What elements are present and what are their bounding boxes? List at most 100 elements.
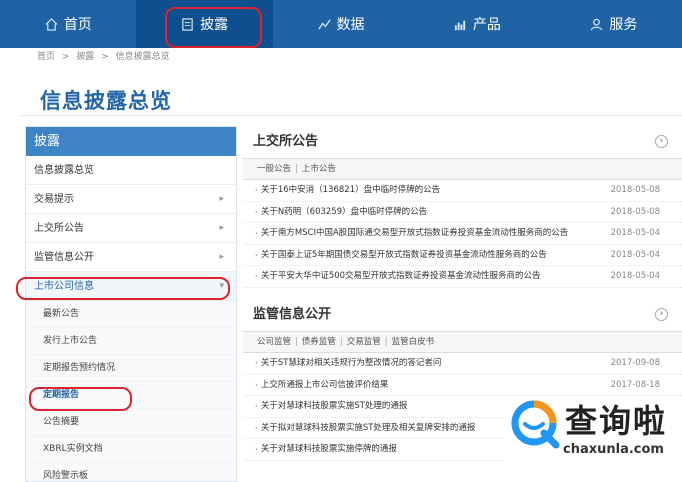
sidebar-item-overview[interactable]: 信息披露总览 (26, 156, 236, 185)
breadcrumb-separator: > (61, 52, 70, 62)
watermark-url: chaxunla.com (563, 442, 664, 457)
news-date: 2018-05-04 (610, 271, 660, 281)
supervision-title-text: 监管信息公开 (253, 307, 332, 322)
more-arrow-icon[interactable]: › (655, 135, 668, 148)
sidebar-item-sse-announcements[interactable]: 上交所公告 ▸ (26, 214, 236, 243)
breadcrumb-home[interactable]: 首页 (37, 52, 55, 62)
sidebar-item-label: 上交所公告 (34, 223, 84, 234)
announcements-tabs: 一般公告 | 上市公告 (243, 158, 682, 180)
news-title: 关于16中安消（136821）盘中临时停牌的公告 (260, 185, 441, 195)
announcements-panel: 上交所公告 › 一般公告 | 上市公告 › 关于16中安消（136821）盘中临时停牌… (243, 131, 682, 288)
news-title: 关于南方MSCI中国A股国际通交易型开放式指数证券投资基金流动性服务商的公告 (260, 228, 569, 238)
nav-products[interactable]: 产品 (409, 0, 545, 48)
sidebar-item-supervision[interactable]: 监管信息公开 ▸ (26, 243, 236, 272)
tab-general[interactable]: 一般公告 (257, 164, 291, 174)
chevron-right-icon: ▸ (219, 252, 224, 262)
nav-services[interactable]: 服务 (546, 0, 682, 48)
news-row[interactable]: › 关于国泰上证5年期国债交易型开放式指数证券投资基金流动性服务商的公告 2018-… (243, 245, 682, 266)
news-title: 上交所通报上市公司信披评价结果 (260, 379, 389, 390)
bullet-icon: › (255, 250, 258, 259)
news-title: 关于平安大华中证500交易型开放式指数证券投资基金流动性服务商的公告 (260, 271, 541, 281)
news-title: 关于对慧球科技股票实施停牌的通报 (260, 444, 397, 454)
nav-data[interactable]: 数据 (273, 0, 409, 48)
sidebar-heading: 披露 (26, 127, 236, 156)
nav-home-label: 首页 (63, 17, 92, 33)
tab-separator: | (295, 164, 298, 174)
breadcrumb-disclosure[interactable]: 披露 (76, 52, 94, 62)
news-date: 2018-05-08 (610, 185, 660, 195)
sidebar-item-listed-company-info[interactable]: 上市公司信息 ▾ (26, 272, 236, 301)
watermark-brand: 查询啦 (565, 402, 668, 440)
document-icon (182, 17, 193, 31)
bullet-icon: › (255, 229, 258, 237)
top-navigation: 首页 披露 数据 产品 服务 (0, 0, 682, 48)
bar-chart-icon (454, 20, 466, 30)
tab-listing[interactable]: 上市公告 (302, 164, 336, 174)
chart-line-icon (317, 18, 331, 30)
title-divider (20, 115, 682, 116)
breadcrumb-current: 信息披露总览 (115, 52, 170, 62)
news-date: 2018-05-04 (610, 228, 660, 238)
nav-products-label: 产品 (472, 17, 501, 33)
tab-whitepaper[interactable]: 监管白皮书 (392, 337, 435, 347)
news-title: 关于拟对慧球科技股票实施ST处理及相关复牌安排的通报 (260, 422, 476, 433)
tab-separator: | (384, 337, 388, 347)
sidebar-subitem-latest[interactable]: 最新公告 (26, 301, 236, 328)
news-row[interactable]: › 关于N药明（603259）盘中临时停牌的公告 2018-05-08 (243, 202, 682, 223)
sidebar-item-label: 交易提示 (34, 194, 74, 205)
bullet-icon: › (255, 359, 258, 367)
sidebar-subitem-listing[interactable]: 发行上市公告 (26, 328, 236, 355)
sidebar-subitem-risk-board[interactable]: 风险警示板 (26, 463, 236, 481)
page-title: 信息披露总览 (40, 89, 172, 113)
news-row[interactable]: › 关于南方MSCI中国A股国际通交易型开放式指数证券投资基金流动性服务商的公告 2… (243, 223, 682, 245)
watermark: 查询啦 chaxunla.com (505, 396, 682, 466)
breadcrumb-separator: > (101, 52, 109, 62)
news-title: 关于N药明（603259）盘中临时停牌的公告 (260, 206, 428, 217)
magnifier-logo-icon (511, 400, 560, 449)
sidebar-item-trading-tips[interactable]: 交易提示 ▸ (26, 185, 236, 214)
sidebar: 披露 信息披露总览 交易提示 ▸ 上交所公告 ▸ 监管信息公开 ▸ 上市公司信息… (25, 126, 237, 482)
tab-separator: | (339, 337, 343, 347)
bullet-icon: › (255, 207, 258, 216)
supervision-tabs: 公司监管 | 债券监管 | 交易监管 | 监管白皮书 (243, 331, 682, 353)
bullet-icon: › (255, 380, 258, 389)
tab-trading[interactable]: 交易监管 (347, 337, 381, 347)
bullet-icon: › (255, 186, 258, 194)
bullet-icon: › (255, 402, 258, 410)
news-date: 2017-09-08 (610, 358, 660, 368)
news-date: 2017-08-18 (610, 379, 660, 390)
bullet-icon: › (255, 445, 258, 453)
announcements-title-text: 上交所公告 (253, 134, 319, 149)
nav-data-label: 数据 (336, 17, 365, 33)
sidebar-item-label: 上市公司信息 (34, 281, 94, 292)
news-title: 关于国泰上证5年期国债交易型开放式指数证券投资基金流动性服务商的公告 (260, 249, 547, 260)
sidebar-subitem-xbrl[interactable]: XBRL实例文档 (26, 436, 236, 463)
tab-bond[interactable]: 债券监管 (302, 337, 336, 347)
news-date: 2018-05-04 (610, 249, 660, 260)
news-row[interactable]: › 上交所通报上市公司信披评价结果 2017-08-18 (243, 375, 682, 396)
sidebar-subitem-summary[interactable]: 公告摘要 (26, 409, 236, 436)
news-row[interactable]: › 关于16中安消（136821）盘中临时停牌的公告 2018-05-08 (243, 180, 682, 202)
bullet-icon: › (255, 423, 258, 432)
news-date: 2018-05-08 (610, 206, 660, 217)
chevron-right-icon: ▸ (219, 223, 224, 233)
nav-services-label: 服务 (609, 17, 638, 33)
announcements-title: 上交所公告 › (243, 131, 682, 153)
news-row[interactable]: › 关于ST慧球对相关违规行为整改情况的答记者问 2017-09-08 (243, 353, 682, 375)
supervision-title: 监管信息公开 › (243, 304, 682, 326)
sidebar-item-label: 信息披露总览 (34, 165, 94, 176)
tab-separator: | (295, 337, 298, 347)
sidebar-subitem-report-schedule[interactable]: 定期报告预约情况 (26, 355, 236, 382)
bullet-icon: › (255, 272, 258, 280)
breadcrumb: 首页 > 披露 > 信息披露总览 (37, 50, 174, 64)
nav-home[interactable]: 首页 (0, 0, 136, 48)
more-arrow-icon[interactable]: › (655, 308, 668, 321)
news-row[interactable]: › 关于平安大华中证500交易型开放式指数证券投资基金流动性服务商的公告 2018-… (243, 266, 682, 288)
chevron-down-icon: ▾ (219, 281, 224, 291)
nav-disclosure-label: 披露 (200, 17, 229, 33)
sidebar-item-label: 监管信息公开 (34, 252, 94, 263)
tab-company[interactable]: 公司监管 (257, 337, 291, 347)
chevron-right-icon: ▸ (219, 194, 224, 204)
sidebar-subitem-periodic-report[interactable]: 定期报告 (26, 382, 236, 409)
nav-disclosure[interactable]: 披露 (136, 0, 273, 48)
